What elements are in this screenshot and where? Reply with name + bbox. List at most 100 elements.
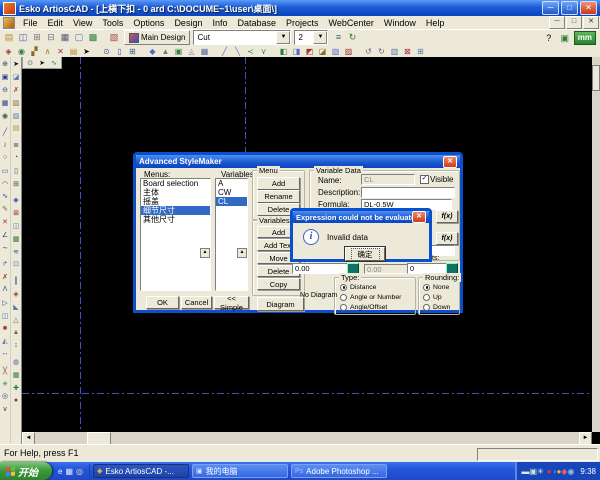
- toolbar-icon[interactable]: ➤: [80, 46, 93, 57]
- simple-button[interactable]: << Simple: [214, 296, 249, 309]
- menu-rename-button[interactable]: Rename: [257, 190, 300, 203]
- tool-icon[interactable]: ➤: [11, 58, 21, 71]
- taskbar-task-button[interactable]: ▣ 我的电脑: [192, 464, 288, 478]
- tool-icon[interactable]: ┃: [11, 275, 21, 288]
- list-item[interactable]: 摇盖: [141, 197, 210, 206]
- mdi-close-button[interactable]: ✕: [583, 16, 599, 29]
- tool-icon[interactable]: ▨: [11, 109, 21, 122]
- toolbar-icon[interactable]: ▣: [172, 46, 185, 57]
- menu-item[interactable]: Info: [207, 18, 232, 28]
- tool-icon[interactable]: ╳: [0, 364, 10, 377]
- list-item[interactable]: 细节尺寸: [141, 206, 210, 215]
- tool-icon[interactable]: Λ: [0, 284, 10, 297]
- layer-combobox[interactable]: Cut▼: [193, 30, 291, 45]
- quick-launch-icon[interactable]: e: [58, 467, 62, 476]
- tool-icon[interactable]: △: [11, 313, 21, 326]
- menu-item[interactable]: WebCenter: [324, 18, 379, 28]
- taskbar-task-button[interactable]: ◆ Esko ArtiosCAD -...: [93, 464, 189, 478]
- tool-icon[interactable]: ⊡: [11, 258, 21, 271]
- toolbar-icon[interactable]: ▢: [72, 31, 86, 44]
- menu-item[interactable]: Projects: [281, 18, 324, 28]
- tool-icon[interactable]: ⊠: [11, 207, 21, 220]
- scroll-right-icon[interactable]: ►: [579, 432, 592, 445]
- radio-icon[interactable]: [423, 284, 430, 291]
- variables-listbox[interactable]: ACWCL ▲: [215, 178, 248, 291]
- close-icon[interactable]: ✕: [412, 211, 426, 223]
- toolbar-icon[interactable]: ↻: [375, 46, 388, 57]
- tool-icon[interactable]: ▭: [0, 164, 10, 177]
- radio-icon[interactable]: [340, 304, 347, 311]
- quick-launch-icon[interactable]: ▦: [65, 467, 73, 476]
- toolbar-icon[interactable]: ╱: [218, 46, 231, 57]
- toolbar-icon[interactable]: ╲: [231, 46, 244, 57]
- maximize-button[interactable]: □: [561, 1, 578, 15]
- toolbar-icon[interactable]: ◫: [16, 31, 30, 44]
- toolbar-icon[interactable]: ↺: [362, 46, 375, 57]
- toolbar-icon[interactable]: ⊞: [30, 31, 44, 44]
- tool-icon[interactable]: ◫: [0, 309, 10, 322]
- list-item[interactable]: CW: [216, 188, 247, 197]
- tool-icon[interactable]: ▦: [0, 96, 10, 109]
- menu-item[interactable]: View: [68, 18, 97, 28]
- tool-icon[interactable]: ∠: [0, 228, 10, 241]
- tool-icon[interactable]: ▩: [11, 232, 21, 245]
- tool-icon[interactable]: ▯: [11, 164, 21, 177]
- radio-icon[interactable]: [340, 284, 347, 291]
- toolbar-icon[interactable]: ⊞: [126, 46, 139, 57]
- tool-icon[interactable]: ∿: [48, 58, 60, 68]
- mdi-minimize-button[interactable]: ─: [549, 16, 565, 29]
- tool-icon[interactable]: ▦: [11, 368, 21, 381]
- rounding-radio-option[interactable]: Down: [423, 302, 450, 312]
- tool-icon[interactable]: ≋: [11, 245, 21, 258]
- error-ok-button[interactable]: 确定: [345, 247, 385, 261]
- toolbar-icon[interactable]: ▞: [28, 46, 41, 57]
- tool-icon[interactable]: ↔: [0, 348, 10, 361]
- chevron-down-icon[interactable]: ▼: [313, 31, 327, 44]
- toolbar-icon[interactable]: ≡: [331, 31, 345, 44]
- tool-icon[interactable]: ▣: [0, 71, 10, 84]
- toolbar-icon[interactable]: ⊟: [44, 31, 58, 44]
- toolbar-icon[interactable]: ◪: [316, 46, 329, 57]
- tool-icon[interactable]: ■: [0, 322, 10, 335]
- main-design-button[interactable]: Main Design: [124, 30, 190, 45]
- toolbar-icon[interactable]: ≺: [244, 46, 257, 57]
- menu-item[interactable]: Database: [232, 18, 281, 28]
- minimize-button[interactable]: ─: [542, 1, 559, 15]
- tool-icon[interactable]: ◎: [0, 390, 10, 403]
- radio-icon[interactable]: [423, 304, 430, 311]
- tool-icon[interactable]: ≣: [11, 139, 21, 152]
- tool-icon[interactable]: ▧: [11, 96, 21, 109]
- tool-icon[interactable]: ➤: [36, 58, 48, 68]
- mdi-restore-button[interactable]: □: [566, 16, 582, 29]
- toolbar-icon[interactable]: ▧: [107, 31, 121, 44]
- radio-icon[interactable]: [340, 294, 347, 301]
- tool-icon[interactable]: ∨: [0, 403, 10, 416]
- toolbar-icon[interactable]: ◈: [2, 46, 15, 57]
- toolbar-icon[interactable]: ▥: [388, 46, 401, 57]
- toolbar-icon[interactable]: ▯: [113, 46, 126, 57]
- type-radio-option[interactable]: Angle/Offset: [340, 302, 401, 312]
- close-icon[interactable]: ✕: [443, 156, 457, 168]
- vertical-scrollbar[interactable]: [592, 57, 600, 432]
- visible-checkbox[interactable]: ✓: [420, 175, 429, 184]
- tool-icon[interactable]: ✕: [0, 216, 10, 229]
- tool-icon[interactable]: ▤: [11, 122, 21, 135]
- tool-icon[interactable]: ∼: [0, 241, 10, 254]
- tool-icon[interactable]: ◫: [11, 220, 21, 233]
- taskbar-task-button[interactable]: Ps Adobe Photoshop ...: [291, 464, 387, 478]
- menu-item[interactable]: Design: [169, 18, 207, 28]
- help-icon[interactable]: ?: [542, 32, 556, 45]
- variables-copy-button[interactable]: Copy: [257, 278, 300, 290]
- toolbar-icon[interactable]: ∧: [41, 46, 54, 57]
- tool-icon[interactable]: ◈: [11, 288, 21, 301]
- toolbar-icon[interactable]: ▧: [329, 46, 342, 57]
- toolbar-icon[interactable]: ▲: [159, 46, 172, 57]
- start-button[interactable]: 开始: [0, 462, 52, 480]
- tool-icon[interactable]: ○: [0, 152, 10, 165]
- formula-fx-button[interactable]: f(x): [436, 210, 458, 223]
- tool-icon[interactable]: ◣: [11, 300, 21, 313]
- tray-icon[interactable]: ◉: [567, 467, 574, 476]
- description-field[interactable]: [361, 187, 455, 198]
- tool-icon[interactable]: ◪: [11, 71, 21, 84]
- tool-icon[interactable]: ╱: [0, 126, 10, 139]
